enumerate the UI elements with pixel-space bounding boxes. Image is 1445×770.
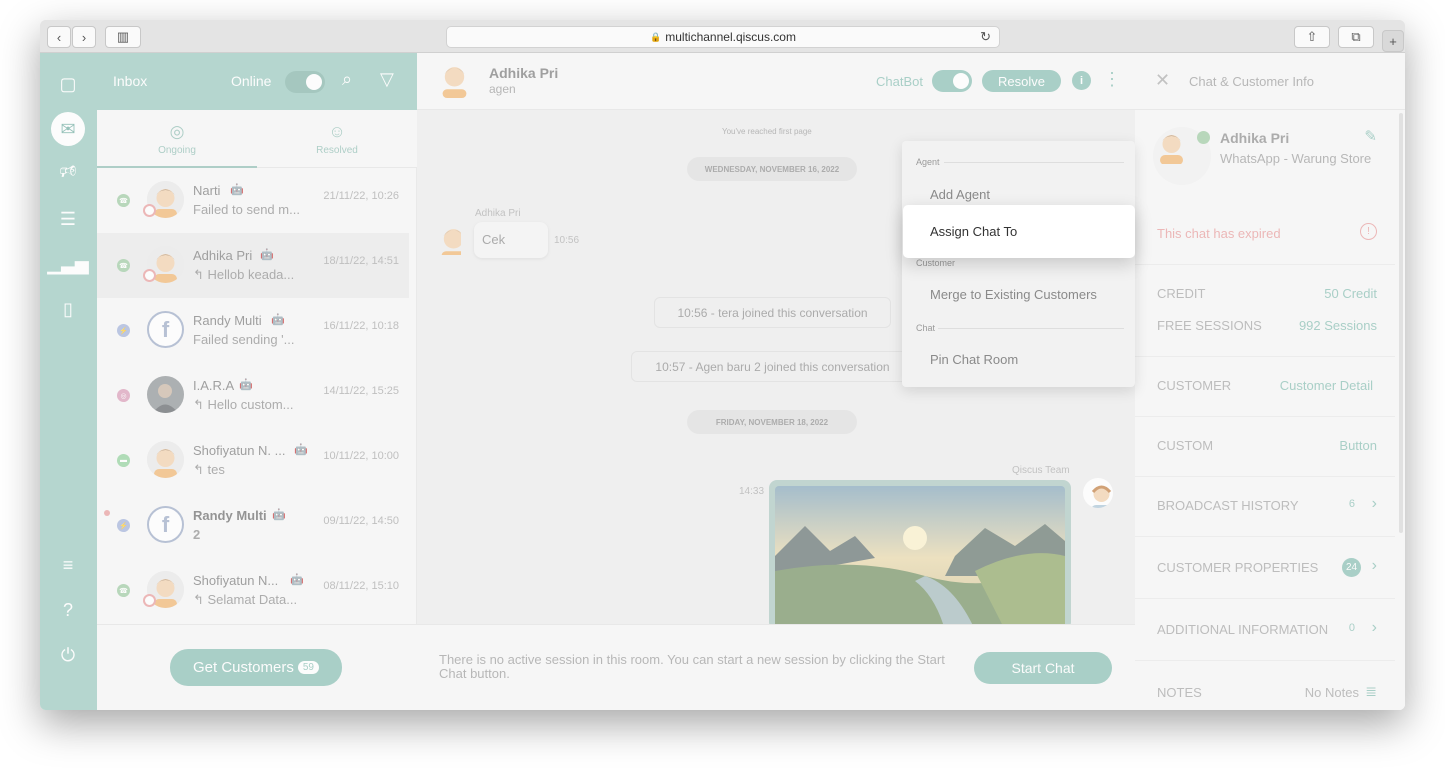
sidebar-toggle-icon[interactable]: ▥ bbox=[105, 26, 141, 48]
menu-divider bbox=[944, 162, 1124, 163]
assign-chat-menu-item[interactable]: Assign Chat To bbox=[903, 205, 1135, 258]
menu-divider bbox=[938, 328, 1124, 329]
reload-icon[interactable]: ↻ bbox=[980, 29, 991, 45]
url-text: multichannel.qiscus.com bbox=[665, 30, 796, 44]
app: ▢ ✉ 🕫 ☰ ▁▃▅ ▯ ≡ ? ⏻ Inbox Online ⌕ ▽ ◎ O… bbox=[40, 53, 1405, 710]
chat-options-menu: Agent Add Agent Customer Merge to Existi… bbox=[902, 141, 1135, 387]
browser-window: ‹ › ▥ 🔒 multichannel.qiscus.com ↻ ⇧ ⧉ + … bbox=[40, 20, 1405, 710]
new-tab-icon[interactable]: + bbox=[1382, 30, 1404, 52]
pin-chat-menu-item[interactable]: Pin Chat Room bbox=[930, 352, 1018, 367]
browser-toolbar: ‹ › ▥ 🔒 multichannel.qiscus.com ↻ ⇧ ⧉ + bbox=[40, 20, 1405, 53]
add-agent-menu-item[interactable]: Add Agent bbox=[930, 187, 990, 202]
menu-group-agent: Agent bbox=[916, 157, 940, 167]
lock-icon: 🔒 bbox=[650, 31, 662, 42]
modal-overlay[interactable] bbox=[40, 53, 1405, 710]
menu-group-chat: Chat bbox=[916, 323, 936, 333]
share-icon[interactable]: ⇧ bbox=[1294, 26, 1330, 48]
tabs-icon[interactable]: ⧉ bbox=[1338, 26, 1374, 48]
chevron-right-icon[interactable]: › bbox=[72, 26, 96, 48]
chevron-left-icon[interactable]: ‹ bbox=[47, 26, 71, 48]
merge-customer-menu-item[interactable]: Merge to Existing Customers bbox=[930, 287, 1097, 302]
menu-group-customer: Customer bbox=[916, 258, 956, 268]
address-bar[interactable]: 🔒 multichannel.qiscus.com ↻ bbox=[446, 26, 1000, 48]
